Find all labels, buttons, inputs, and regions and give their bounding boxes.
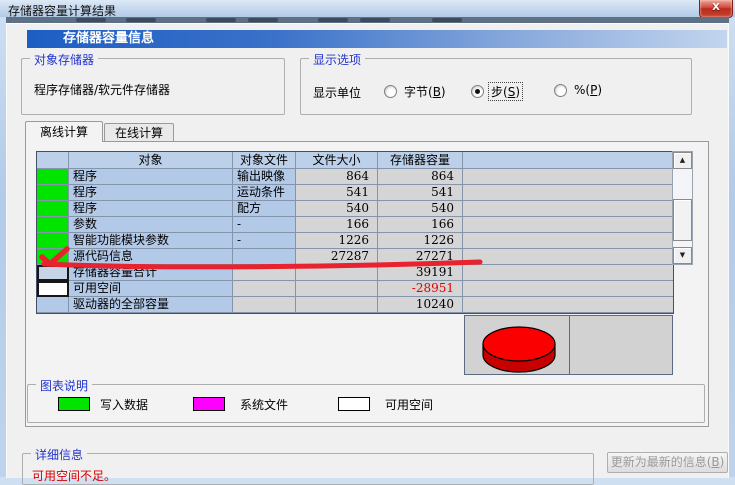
scroll-down-icon: ▼ <box>680 251 685 259</box>
radio-circle-icon <box>384 85 397 98</box>
row-color-swatch <box>37 249 69 265</box>
memory-capacity-dialog: { "window": { "title": "存储器容量计算结果" }, "i… <box>0 0 735 477</box>
legend-label-system-files: 系统文件 <box>240 396 288 413</box>
header-extra <box>463 152 673 169</box>
scroll-up-icon: ▲ <box>680 156 685 164</box>
details-message: 可用空间不足。 <box>32 467 116 484</box>
legend-label-free-space: 可用空间 <box>385 396 433 413</box>
radio-percent[interactable]: %(P) <box>554 83 604 97</box>
chart-legend-label: 图表说明 <box>36 377 92 394</box>
scroll-down-button[interactable]: ▼ <box>673 247 692 264</box>
legend-swatch-system-files <box>193 397 225 411</box>
summary-swatch-total <box>37 265 69 281</box>
pie-chart-cell <box>464 315 570 375</box>
header-file: 对象文件 <box>233 152 296 169</box>
scroll-up-button[interactable]: ▲ <box>673 152 692 169</box>
title-bar: 存储器容量计算结果 <box>0 0 735 17</box>
header-object: 对象 <box>69 152 233 169</box>
display-options-groupbox: 显示选项 显示单位 字节(B) 步(S) %(P) <box>300 58 692 115</box>
summary-row-total: 存储器容量合计 39191 <box>37 265 673 281</box>
target-memory-label: 对象存储器 <box>30 51 98 68</box>
table-row: 程序 配方 540 540 <box>37 201 673 217</box>
row-color-swatch <box>37 185 69 201</box>
table-row: 程序 运动条件 541 541 <box>37 185 673 201</box>
summary-row-drive-capacity: 驱动器的全部容量 10240 <box>37 297 673 313</box>
radio-step[interactable]: 步(S) <box>471 83 522 100</box>
empty-chart-cell <box>569 315 673 375</box>
legend-label-written-data: 写入数据 <box>100 396 148 413</box>
chart-legend-groupbox: 图表说明 写入数据 系统文件 可用空间 <box>27 384 705 423</box>
details-label: 详细信息 <box>31 446 87 463</box>
row-color-swatch <box>37 201 69 217</box>
table-header-row: 对象 对象文件 文件大小 存储器容量 <box>37 152 673 169</box>
section-header: 存储器容量信息 <box>27 30 727 48</box>
scroll-thumb[interactable] <box>673 199 692 241</box>
radio-byte[interactable]: 字节(B) <box>384 83 448 100</box>
update-info-button[interactable]: 更新为最新的信息(B) <box>607 452 728 473</box>
table-row: 程序 输出映像 864 864 <box>37 169 673 185</box>
capacity-pie-chart <box>465 316 569 374</box>
close-button[interactable]: X <box>699 0 733 18</box>
row-color-swatch <box>37 217 69 233</box>
target-memory-value: 程序存储器/软元件存储器 <box>34 81 170 98</box>
header-capacity: 存储器容量 <box>378 152 463 169</box>
radio-circle-checked-icon <box>471 85 484 98</box>
display-options-label: 显示选项 <box>309 51 365 68</box>
legend-swatch-free-space <box>338 397 370 411</box>
target-memory-groupbox: 对象存储器 程序存储器/软元件存储器 <box>21 58 285 115</box>
legend-swatch-written-data <box>58 397 90 411</box>
tab-offline-calculation[interactable]: 离线计算 <box>25 121 103 142</box>
row-color-swatch <box>37 169 69 185</box>
table-scrollbar[interactable]: ▲ ▼ <box>672 151 693 265</box>
header-color <box>37 152 69 169</box>
header-size: 文件大小 <box>296 152 378 169</box>
summary-row-free-space: 可用空间 -28951 <box>37 281 673 297</box>
summary-swatch-none <box>37 297 69 313</box>
display-unit-label: 显示单位 <box>313 84 361 101</box>
table-row: 参数 - 166 166 <box>37 217 673 233</box>
radio-circle-icon <box>554 84 567 97</box>
tab-online-calculation[interactable]: 在线计算 <box>104 123 174 142</box>
table-row: 智能功能模块参数 - 1226 1226 <box>37 233 673 249</box>
summary-swatch-free-space <box>37 281 69 297</box>
table-row-source-code-info: 源代码信息 27287 27271 <box>37 249 673 265</box>
details-groupbox: 详细信息 可用空间不足。 <box>22 453 594 485</box>
close-icon: X <box>712 2 720 13</box>
capacity-table: 对象 对象文件 文件大小 存储器容量 程序 输出映像 864 864 程序 运动… <box>36 151 674 314</box>
row-color-swatch <box>37 233 69 249</box>
